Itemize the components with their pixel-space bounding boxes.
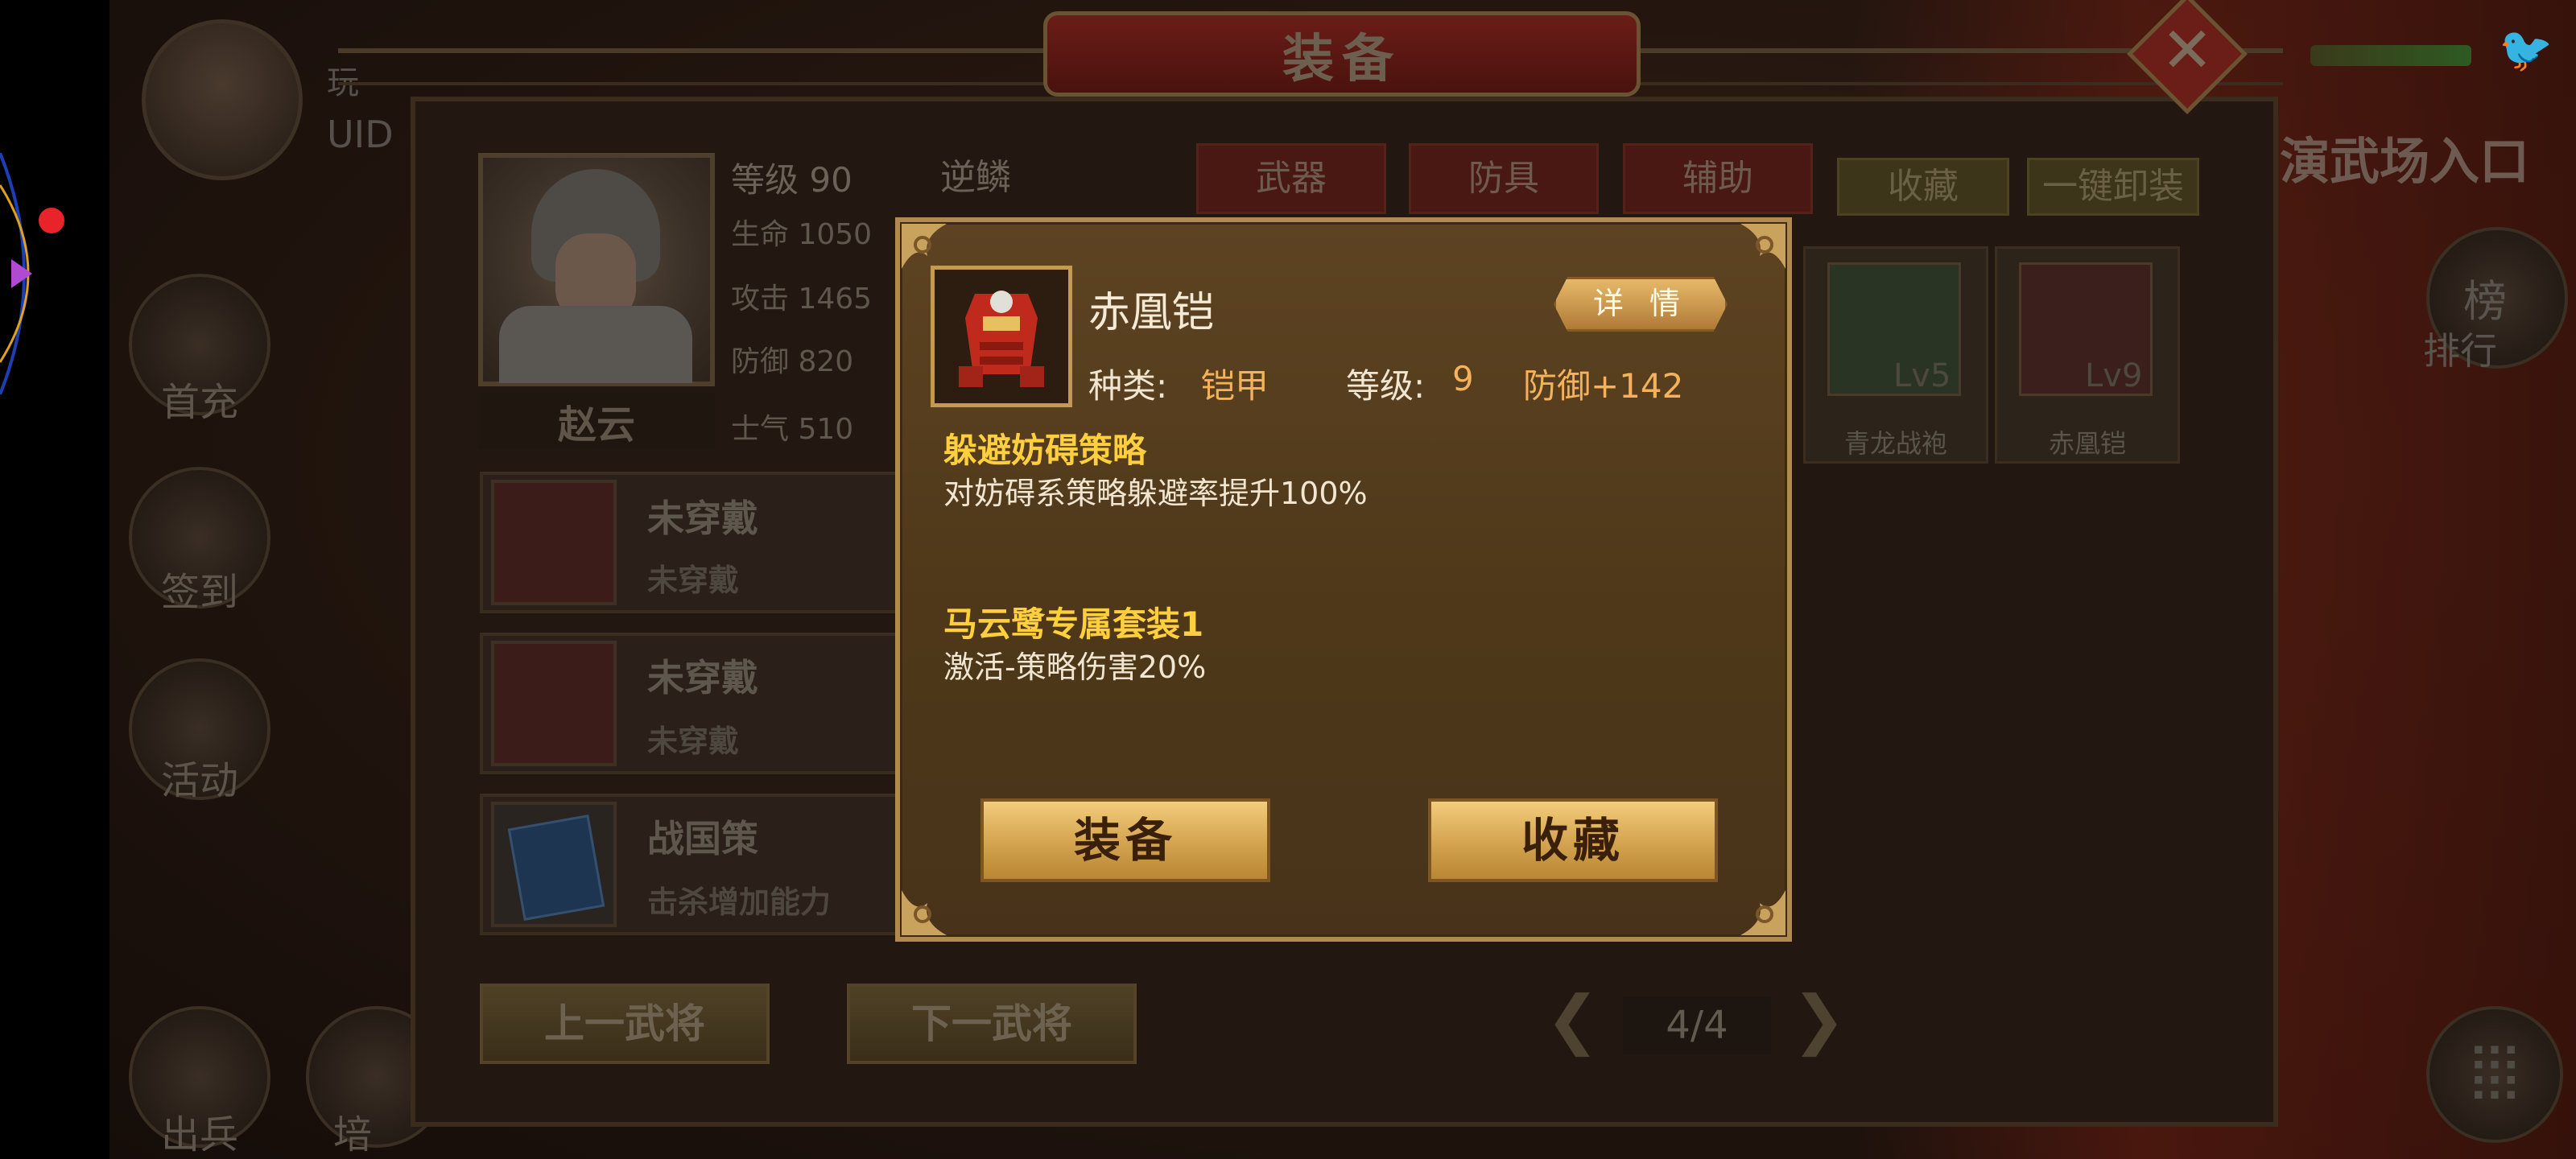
hero-name: 赵云 (478, 393, 715, 449)
tab-weapon[interactable]: 武器 (1196, 143, 1386, 214)
equip-button[interactable]: 装备 (980, 798, 1270, 882)
title-ornament-left (338, 48, 1046, 85)
rank-icon-glyph: 榜 (2463, 276, 2507, 327)
sign-in-label: 签到 (160, 570, 238, 615)
activity-label: 活动 (160, 758, 238, 803)
item-level: Lv9 (2085, 357, 2143, 394)
rank-label: 排行 (2423, 329, 2497, 373)
page-indicator: 4/4 (1623, 996, 1771, 1054)
deploy-label: 出兵 (160, 1112, 238, 1157)
prev-hero-button[interactable]: 上一武将 (480, 984, 770, 1064)
first-recharge-label: 首充 (160, 380, 238, 425)
resource-bar (2310, 45, 2471, 66)
notification-dot (39, 208, 64, 233)
slot-title: 战国策 (647, 817, 758, 860)
hero-level: 等级 90 (731, 160, 852, 200)
book-icon (491, 802, 617, 927)
defense-stat: 防御+142 (1523, 366, 1684, 406)
favorite-button[interactable]: 收藏 (1428, 798, 1718, 882)
effect-title: 马云鹭专属套装1 (943, 604, 1204, 644)
item-name: 赤凰铠 (1088, 289, 1215, 337)
details-button[interactable]: 详 情 (1554, 277, 1728, 332)
effect-title: 躲避妨碍策略 (943, 431, 1147, 470)
unequip-all-button[interactable]: 一键卸装 (2027, 158, 2199, 216)
hero-defense: 防御 820 (731, 345, 854, 378)
empty-slot-icon (491, 641, 617, 766)
edge-gesture-curve (0, 153, 32, 394)
tab-accessory[interactable]: 辅助 (1623, 143, 1813, 214)
slot-title: 未穿戴 (647, 497, 758, 540)
effect-description: 激活-策略伤害20% (943, 650, 1207, 685)
slot-subtitle: 击杀增加能力 (647, 885, 832, 920)
corner-ornament (902, 890, 947, 935)
arena-entrance-link[interactable]: 演武场入口 (2280, 121, 2529, 193)
type-label: 种类: (1088, 366, 1168, 406)
hero-skill: 逆鳞 (940, 157, 1011, 198)
slot-subtitle: 未穿戴 (647, 724, 740, 759)
level-label: 等级: (1346, 366, 1426, 406)
train-label: 培 (332, 1112, 372, 1157)
bird-icon[interactable]: 🐦 (2499, 24, 2553, 76)
next-hero-button[interactable]: 下一武将 (847, 984, 1137, 1064)
hero-morale: 士气 510 (731, 413, 854, 446)
arrow-left-icon[interactable]: ❮ (1546, 982, 1600, 1057)
page-title: 装备 (1282, 29, 1402, 89)
uid-label: UID (327, 113, 394, 156)
menu-icon: ⦙⦙⦙ (2470, 1032, 2520, 1116)
hero-cloak (499, 306, 692, 383)
arrow-right-icon[interactable]: ❯ (1792, 982, 1846, 1057)
corner-ornament (1740, 224, 1785, 269)
level-value: 9 (1452, 359, 1474, 398)
close-icon[interactable]: ✕ (2145, 14, 2230, 87)
hero-attack: 攻击 1465 (731, 283, 873, 316)
empty-slot-icon (491, 480, 617, 605)
slot-subtitle: 未穿戴 (647, 563, 740, 598)
hero-hp: 生命 1050 (731, 218, 873, 251)
player-avatar[interactable] (142, 19, 303, 180)
slot-title: 未穿戴 (647, 656, 758, 699)
item-name: 青龙战袍 (1843, 428, 1947, 459)
type-value: 铠甲 (1201, 366, 1269, 406)
item-armor-icon (931, 266, 1072, 407)
effect-description: 对妨碍系策略躲避率提升100% (943, 476, 1368, 511)
item-name: 赤凰铠 (2048, 428, 2126, 459)
favorites-button[interactable]: 收藏 (1837, 158, 2009, 216)
play-arrow-icon (11, 259, 32, 288)
tab-armor[interactable]: 防具 (1409, 143, 1599, 214)
corner-ornament (1740, 890, 1785, 935)
item-level: Lv5 (1893, 357, 1951, 394)
